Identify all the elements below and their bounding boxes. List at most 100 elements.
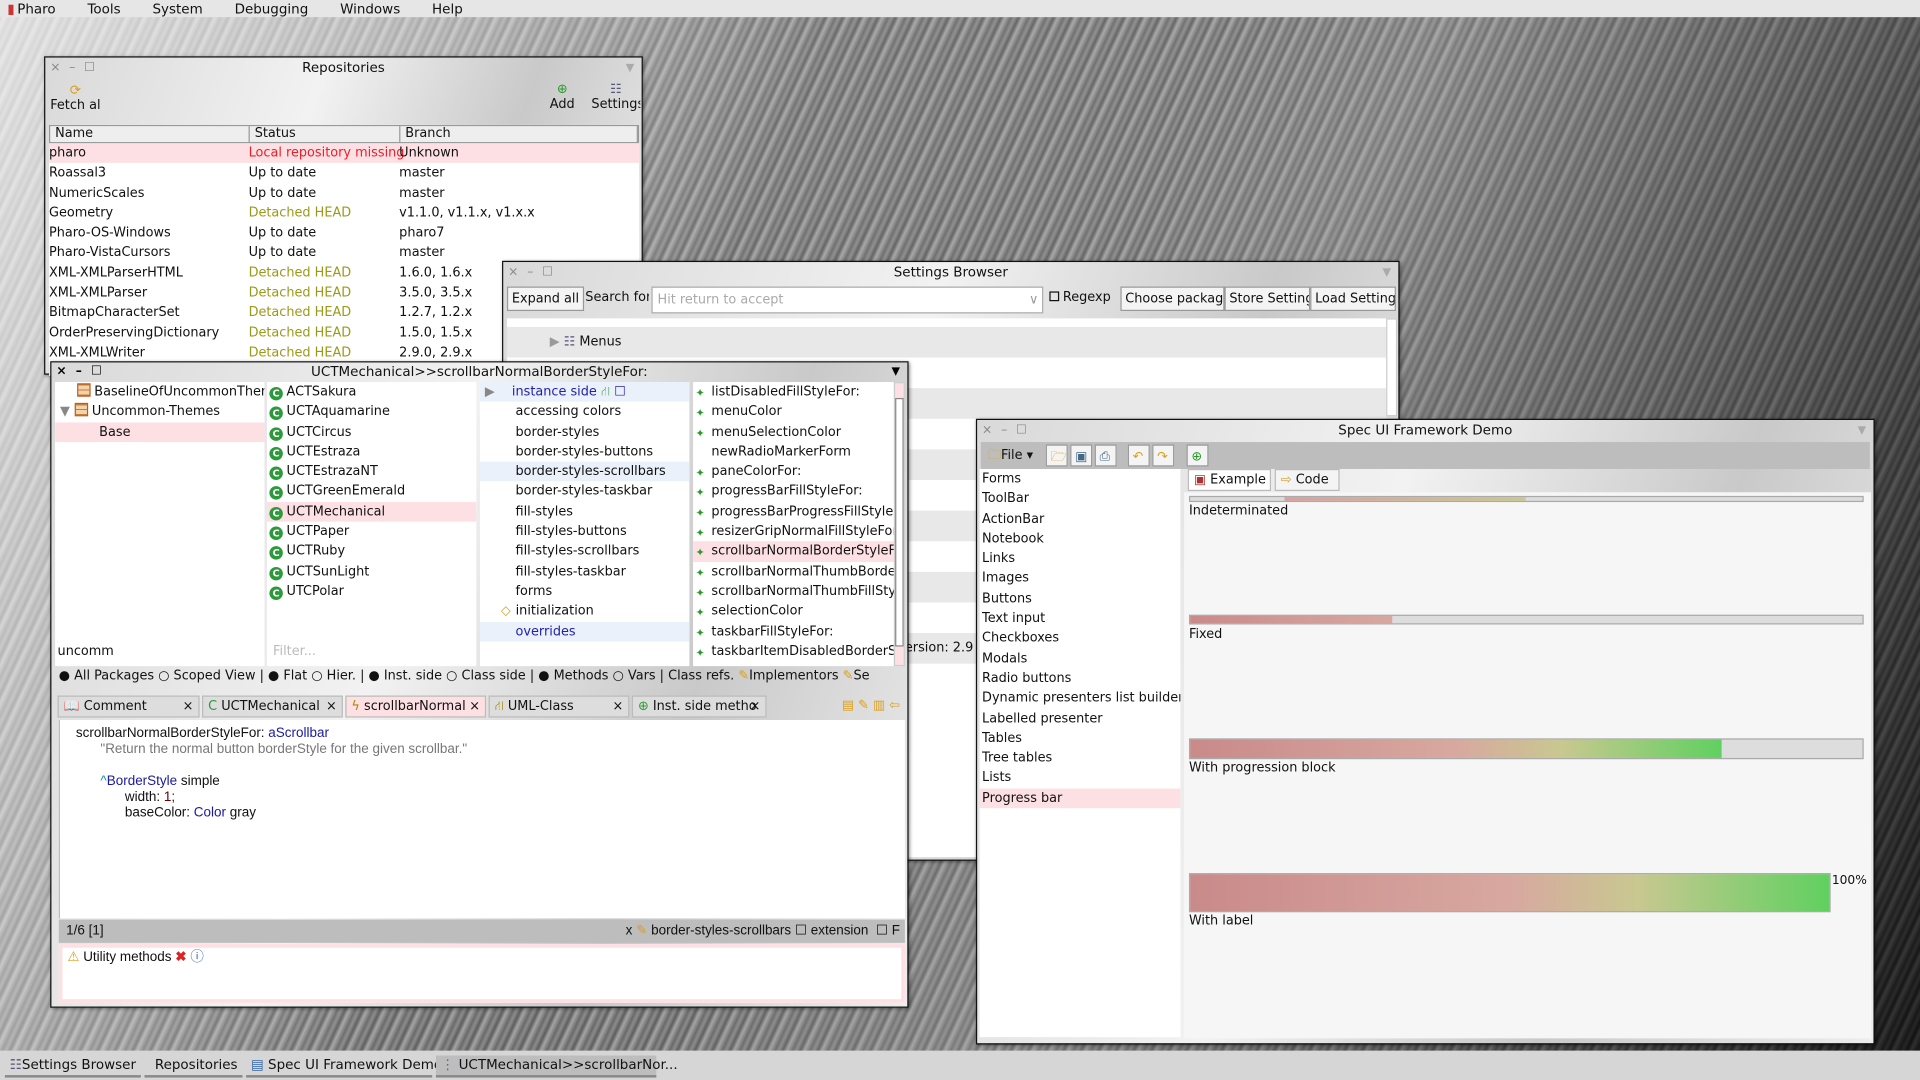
open-button[interactable]: 🗁 [1045, 444, 1068, 467]
protocol-item[interactable]: border-styles [480, 422, 689, 442]
methods-radio[interactable]: ● [538, 669, 549, 684]
window-menu-icon[interactable]: ▼ [1383, 262, 1391, 284]
method-item[interactable]: newRadioMarkerForm [693, 442, 894, 462]
method-item[interactable]: ✦ paneColorFor: [693, 462, 894, 482]
repositories-titlebar[interactable]: × – ☐ Repositories ▼ [45, 58, 641, 80]
store-settings-button[interactable]: Store Settings [1224, 286, 1311, 312]
senders-button[interactable]: Se [853, 669, 869, 684]
settings-titlebar[interactable]: × – ☐ Settings Browser ▼ [503, 262, 1398, 284]
protocol-item[interactable]: fill-styles-buttons [480, 522, 689, 542]
class-item[interactable]: C UCTEstraza [267, 442, 476, 462]
vars-label[interactable]: Vars [628, 669, 656, 684]
hier-radio[interactable]: ○ [311, 669, 322, 684]
class-item[interactable]: C UCTSunLight [267, 562, 476, 582]
expand-arrow-icon[interactable]: ▶ [550, 334, 560, 349]
tab-example[interactable]: ▣ Example [1187, 468, 1272, 492]
column-name[interactable]: Name [50, 126, 250, 143]
expand-arrow-icon[interactable]: ▼ [60, 404, 70, 419]
class-item[interactable]: C UCTCircus [267, 422, 476, 442]
demo-list-item[interactable]: Dynamic presenters list builder [980, 688, 1180, 708]
critique-label[interactable]: Utility methods [83, 950, 171, 965]
search-input[interactable]: Hit return to accept ∨ [651, 286, 1044, 314]
demo-list-item[interactable]: Images [980, 569, 1181, 589]
close-tab-icon[interactable]: × [469, 697, 480, 717]
protocol-item[interactable]: ▶ instance side ⛙ ☐ [480, 382, 690, 402]
demo-list-item[interactable]: Tables [980, 728, 1181, 748]
class-filter-input[interactable]: Filter... [273, 644, 316, 659]
method-pane-scrollbar[interactable] [893, 382, 905, 667]
table-row[interactable]: Geometry Detached HEAD v1.1.0, v1.1.x, v1.… [49, 203, 639, 223]
redo-icon[interactable]: ↷ [1152, 444, 1175, 467]
table-row[interactable]: NumericScales Up to date master [49, 183, 639, 203]
checkbox-icon[interactable]: ☐ [614, 384, 626, 399]
demo-list-item[interactable]: Forms [980, 469, 1181, 489]
demo-list-item[interactable]: Notebook [980, 529, 1181, 549]
method-item[interactable]: ✦ scrollbarNormalThumbFillStyleFor: [693, 582, 894, 602]
add-button[interactable]: ⊕ Add [550, 82, 575, 111]
column-branch[interactable]: Branch [400, 126, 638, 143]
package-filter-input[interactable]: uncomm [58, 644, 114, 659]
file-menu-button[interactable]: 🗀File ▾ [988, 446, 1033, 468]
tab-tools-icons[interactable]: ▤ ✎ ▥ ⇦ [842, 698, 900, 713]
protocol-item[interactable]: fill-styles-scrollbars [480, 542, 689, 562]
protocol-item[interactable]: border-styles-scrollbars [480, 461, 690, 482]
close-tab-icon[interactable]: × [612, 697, 623, 717]
method-item[interactable]: ✦ menuSelectionColor [693, 422, 894, 442]
demo-list-item[interactable]: ActionBar [980, 509, 1181, 529]
class-item[interactable]: C UCTPaper [267, 522, 476, 542]
f-checkbox[interactable]: ☐ [876, 923, 888, 938]
add-icon[interactable]: ⊕ [1186, 444, 1209, 467]
table-row[interactable]: Roassal3 Up to date master [49, 163, 639, 183]
demo-list-item[interactable]: Buttons [980, 589, 1181, 609]
ban-critique-icon[interactable]: ✖ [175, 950, 186, 965]
class-item[interactable]: C UCTMechanical [266, 501, 477, 522]
class-item[interactable]: C UCTRuby [267, 542, 476, 562]
demo-list-item[interactable]: Tree tables [980, 748, 1181, 768]
class-side-radio[interactable]: ○ [446, 669, 457, 684]
method-item[interactable]: ✦ progressBarProgressFillStyleFor: [693, 502, 894, 522]
tab-code[interactable]: ⇨ Code [1274, 468, 1340, 492]
window-menu-icon[interactable]: ▼ [626, 58, 634, 80]
column-status[interactable]: Status [250, 126, 401, 143]
settings-scrollbar[interactable] [1386, 318, 1398, 417]
browser-tab[interactable]: C UCTMechanical × [202, 695, 343, 718]
print-icon[interactable]: ⎙ [1094, 444, 1117, 467]
method-item[interactable]: ✦ menuColor [693, 402, 894, 422]
table-row[interactable]: pharo Local repository missing Unknown [48, 143, 640, 164]
method-item[interactable]: ✦ scrollbarNormalThumbBorderStyleFor: [693, 562, 894, 582]
method-item[interactable]: ✦ taskbarFillStyleFor: [693, 622, 894, 642]
load-settings-button[interactable]: Load Settings [1310, 286, 1396, 312]
flat-label[interactable]: Flat [283, 669, 307, 684]
protocol-item[interactable]: fill-styles-taskbar [480, 562, 689, 582]
fetch-all-button[interactable]: ⟳ Fetch al [50, 82, 100, 113]
method-item[interactable]: ✦ selectionColor [693, 602, 894, 622]
browser-titlebar[interactable]: × – ☐ UCTMechanical>>scrollbarNormalBord… [51, 362, 907, 382]
demo-list-item[interactable]: Radio buttons [980, 669, 1181, 689]
package-item[interactable]: BaselineOfUncommonThemes [55, 382, 264, 402]
close-tab-icon[interactable]: × [183, 697, 194, 717]
save-icon[interactable]: ▣ [1070, 444, 1093, 467]
regexp-checkbox[interactable]: Regexp [1049, 290, 1111, 305]
tree-node-menus[interactable]: ▶ ☷ Menus [506, 326, 1387, 358]
flat-radio[interactable]: ● [268, 669, 279, 684]
class-item[interactable]: C UCTGreenEmerald [267, 482, 476, 502]
menu-help[interactable]: Help [432, 1, 463, 17]
scoped-view-label[interactable]: Scoped View [174, 669, 256, 684]
spec-titlebar[interactable]: × – ☐ Spec UI Framework Demo ▼ [977, 420, 1873, 442]
undo-icon[interactable]: ↶ [1127, 444, 1150, 467]
demo-list-item[interactable]: Checkboxes [980, 629, 1181, 649]
menu-pharo[interactable]: Pharo [17, 1, 55, 17]
demo-list-item[interactable]: ToolBar [980, 489, 1181, 509]
choose-packages-button[interactable]: Choose packages [1120, 286, 1225, 312]
inst-side-label[interactable]: Inst. side [384, 669, 442, 684]
class-item[interactable]: C UCTAquamarine [267, 402, 476, 422]
protocol-item[interactable]: border-styles-taskbar [480, 482, 689, 502]
class-refs-button[interactable]: Class refs. [668, 669, 734, 684]
code-editor[interactable]: scrollbarNormalBorderStyleFor: aScrollba… [58, 720, 905, 919]
remove-protocol-button[interactable]: x [626, 923, 633, 938]
all-packages-label[interactable]: All Packages [74, 669, 154, 684]
browser-tab[interactable]: ϟ scrollbarNormal × [345, 695, 487, 718]
browser-tab[interactable]: 📖 Comment × [57, 695, 200, 718]
method-item[interactable]: ✦ taskbarItemDisabledBorderStyleFor: [693, 641, 894, 661]
window-controls-icon[interactable]: × – ☐ [508, 262, 555, 284]
